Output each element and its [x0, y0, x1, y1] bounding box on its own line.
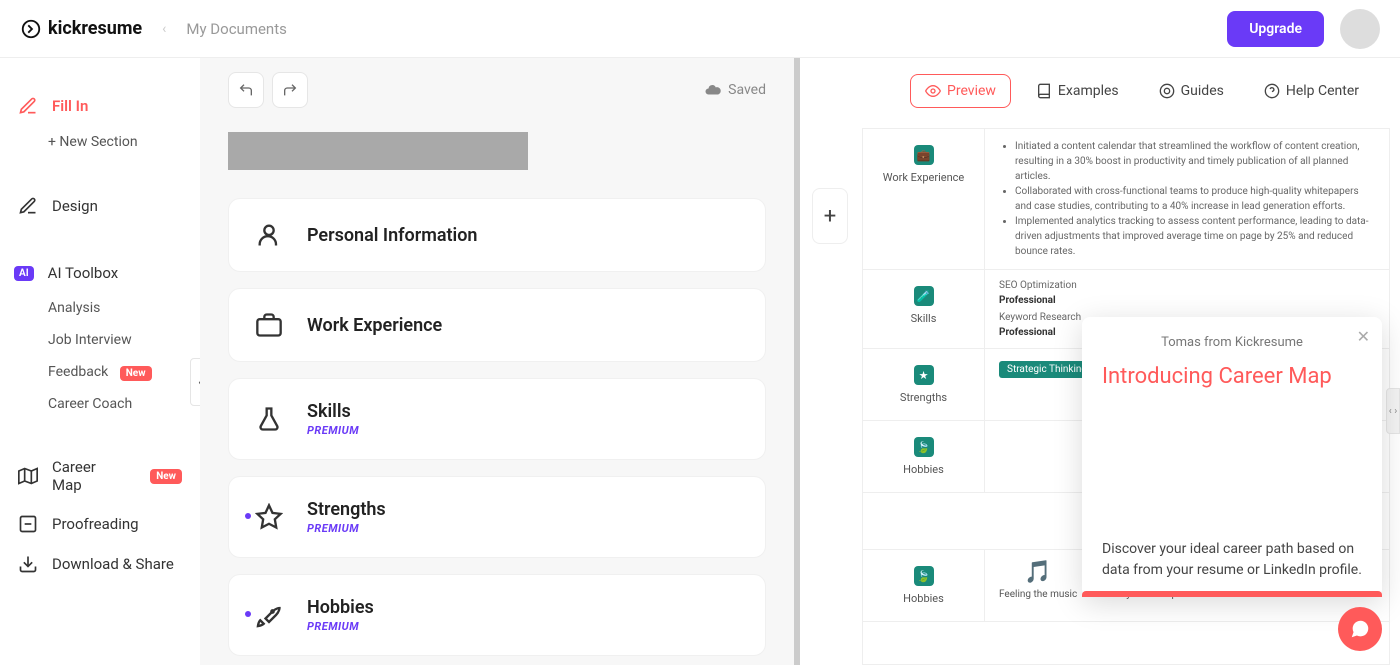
section-title: Personal Information [307, 225, 477, 246]
sidebar-label: Fill In [52, 97, 88, 115]
sidebar-label: Proofreading [52, 515, 139, 533]
eye-icon [925, 83, 941, 99]
rocket-icon [255, 601, 283, 629]
sidebar-label: AI Toolbox [48, 264, 119, 282]
sidebar-item-proofreading[interactable]: Proofreading [0, 504, 200, 544]
leaf-icon: 🍃 [914, 566, 934, 586]
section-title: Work Experience [307, 315, 442, 336]
book-icon [1036, 83, 1052, 99]
bullet: Initiated a content calendar that stream… [1015, 139, 1375, 184]
editor-toolbar: Saved [228, 58, 766, 122]
section-title: Skills [307, 401, 359, 422]
placeholder-block [228, 132, 528, 170]
section-work-experience[interactable]: Work Experience [228, 288, 766, 362]
cloud-icon [704, 81, 722, 99]
proofreading-icon [18, 514, 38, 534]
sidebar-sub-new-section[interactable]: + New Section [0, 126, 200, 158]
header-left: kickresume ‹ My Documents [20, 18, 287, 40]
sidebar-label: Career Map [52, 458, 128, 494]
breadcrumb[interactable]: My Documents [186, 20, 286, 38]
new-badge: New [150, 469, 182, 484]
tab-help-center[interactable]: Help Center [1249, 74, 1374, 108]
star-icon [255, 503, 283, 531]
popup-title: Introducing Career Map [1102, 364, 1362, 389]
briefcase-icon: 💼 [914, 145, 934, 165]
sidebar-sub-analysis[interactable]: Analysis [0, 292, 200, 324]
logo-text: kickresume [48, 18, 142, 39]
section-personal-information[interactable]: Personal Information [228, 198, 766, 272]
design-icon [18, 196, 38, 216]
tab-examples[interactable]: Examples [1021, 74, 1134, 108]
sidebar-item-fill-in[interactable]: Fill In [0, 86, 200, 126]
sidebar: Fill In + New Section Design AI AI Toolb… [0, 58, 200, 665]
sidebar-item-design[interactable]: Design [0, 186, 200, 226]
popup-cta-bar[interactable] [1082, 591, 1382, 597]
close-icon[interactable]: ✕ [1357, 327, 1370, 346]
sidebar-label: Download & Share [52, 555, 174, 573]
target-icon [1159, 83, 1175, 99]
avatar[interactable] [1340, 9, 1380, 49]
add-page-button[interactable]: + [812, 188, 848, 244]
leaf-icon: 🍃 [914, 437, 934, 457]
redo-button[interactable] [272, 72, 308, 108]
premium-tag: PREMIUM [307, 620, 374, 633]
section-title: Strengths [307, 499, 386, 520]
breadcrumb-back-icon[interactable]: ‹ [162, 21, 166, 37]
preview-panel: Preview Examples Guides Help Center + 💼 … [800, 58, 1400, 665]
section-skills[interactable]: Skills PREMIUM [228, 378, 766, 460]
sidebar-sub-career-coach[interactable]: Career Coach [0, 388, 200, 420]
section-hobbies[interactable]: Hobbies PREMIUM [228, 574, 766, 656]
premium-tag: PREMIUM [307, 522, 386, 535]
chat-bubble[interactable] [1338, 607, 1382, 651]
preview-expand-handle[interactable]: ‹ › [1386, 388, 1400, 434]
logo[interactable]: kickresume [20, 18, 142, 40]
app-header: kickresume ‹ My Documents Upgrade [0, 0, 1400, 58]
premium-tag: PREMIUM [307, 424, 359, 437]
saved-indicator: Saved [704, 81, 766, 99]
popup-description: Discover your ideal career path based on… [1102, 539, 1362, 581]
user-icon [255, 221, 283, 249]
preview-row-work-experience: 💼 Work Experience Initiated a content ca… [863, 129, 1389, 270]
popup-from: Tomas from Kickresume [1102, 335, 1362, 350]
bullet: Implemented analytics tracking to assess… [1015, 214, 1375, 259]
flask-icon: 🧪 [914, 286, 934, 306]
music-icon: 🎵 [1024, 560, 1051, 585]
star-icon: ★ [914, 365, 934, 385]
flask-icon [255, 405, 283, 433]
chat-icon [1349, 618, 1371, 640]
preview-tabs: Preview Examples Guides Help Center [800, 58, 1400, 118]
bullet: Collaborated with cross-functional teams… [1015, 184, 1375, 214]
logo-icon [20, 18, 42, 40]
sidebar-label: Design [52, 197, 98, 215]
section-title: Hobbies [307, 597, 374, 618]
tag: Strategic Thinking [999, 361, 1095, 378]
sidebar-item-download-share[interactable]: Download & Share [0, 544, 200, 584]
sidebar-sub-job-interview[interactable]: Job Interview [0, 324, 200, 356]
upgrade-button[interactable]: Upgrade [1227, 11, 1324, 47]
tab-guides[interactable]: Guides [1144, 74, 1239, 108]
download-icon [18, 554, 38, 574]
new-badge: New [120, 366, 152, 381]
career-map-popup: ✕ Tomas from Kickresume Introducing Care… [1082, 317, 1382, 597]
editor-panel: Saved Personal Information Work Experien… [200, 58, 800, 665]
edit-icon [18, 96, 38, 116]
tab-preview[interactable]: Preview [910, 74, 1011, 108]
sidebar-item-career-map[interactable]: Career Map New [0, 448, 200, 504]
briefcase-icon [255, 311, 283, 339]
section-strengths[interactable]: Strengths PREMIUM [228, 476, 766, 558]
header-right: Upgrade [1227, 9, 1380, 49]
ai-badge: AI [14, 266, 34, 281]
help-icon [1264, 83, 1280, 99]
sidebar-sub-feedback[interactable]: Feedback New [0, 356, 200, 388]
map-icon [18, 466, 38, 486]
sidebar-item-ai-toolbox[interactable]: AI AI Toolbox [0, 254, 200, 292]
undo-button[interactable] [228, 72, 264, 108]
